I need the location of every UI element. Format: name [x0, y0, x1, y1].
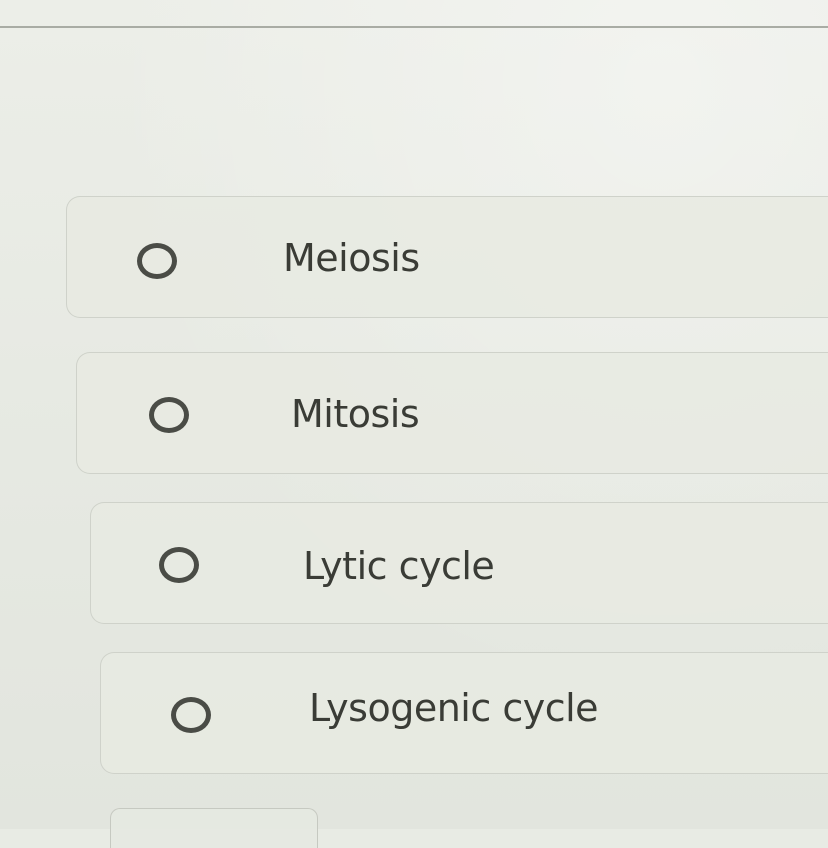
answer-label: Lytic cycle — [303, 544, 495, 588]
partially-visible-button[interactable] — [110, 808, 318, 848]
answer-option-mitosis[interactable]: Mitosis — [76, 352, 828, 474]
answer-option-meiosis[interactable]: Meiosis — [66, 196, 828, 318]
quiz-screen: Meiosis Mitosis Lytic cycle Lysogenic cy… — [0, 0, 828, 848]
answer-option-lytic-cycle[interactable]: Lytic cycle — [90, 502, 828, 624]
radio-button-icon[interactable] — [171, 697, 211, 733]
answer-label: Mitosis — [291, 392, 420, 436]
radio-button-icon[interactable] — [137, 243, 177, 279]
header-divider — [0, 26, 828, 28]
answer-option-lysogenic-cycle[interactable]: Lysogenic cycle — [100, 652, 828, 774]
answer-label: Lysogenic cycle — [309, 686, 599, 730]
radio-button-icon[interactable] — [159, 547, 199, 583]
radio-button-icon[interactable] — [149, 397, 189, 433]
answer-label: Meiosis — [283, 236, 420, 280]
